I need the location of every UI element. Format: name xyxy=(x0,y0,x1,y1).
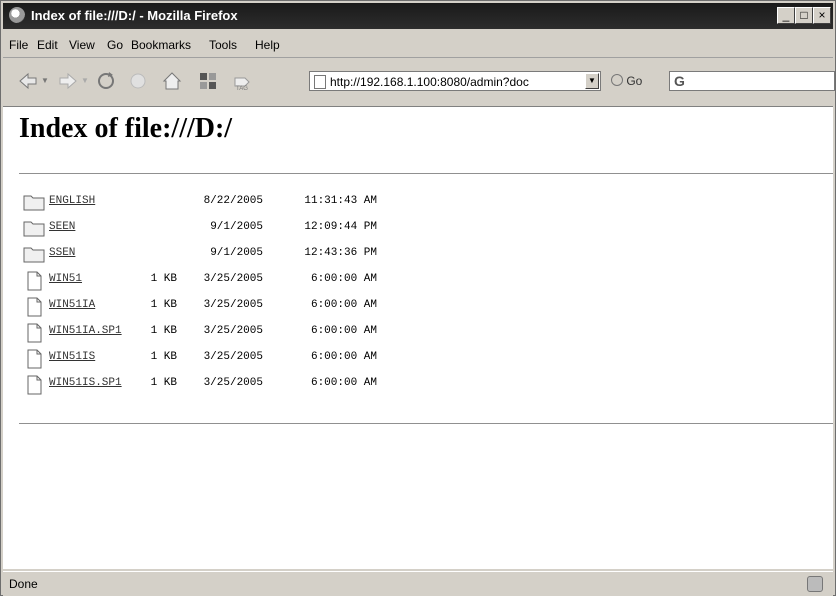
go-button[interactable]: Go xyxy=(611,74,642,88)
bottom-divider xyxy=(19,423,833,424)
file-size: 1 KB xyxy=(150,273,177,285)
status-bar: Done xyxy=(3,571,833,596)
file-link[interactable]: WIN51IA.SP1 xyxy=(49,325,122,337)
directory-listing: ENGLISH 8/22/2005 11:31:43 AM SEEN 9/1/2005 1… xyxy=(23,191,543,399)
file-date: 8/22/2005 xyxy=(203,195,263,207)
file-icon[interactable] xyxy=(23,271,45,291)
list-item: ENGLISH 8/22/2005 11:31:43 AM xyxy=(23,191,543,217)
folder-icon[interactable] xyxy=(23,245,45,263)
list-item: WIN51IA 1 KB 3/25/2005 6:00:00 AM xyxy=(23,295,543,321)
file-link[interactable]: WIN51IS xyxy=(49,351,95,363)
file-date: 9/1/2005 xyxy=(210,247,263,259)
file-link[interactable]: ENGLISH xyxy=(49,195,95,207)
list-item: SSEN 9/1/2005 12:43:36 PM xyxy=(23,243,543,269)
file-time: 6:00:00 AM xyxy=(310,299,377,311)
menu-bookmarks[interactable]: Bookmarks xyxy=(131,38,191,52)
minimize-button[interactable]: _ xyxy=(777,7,795,24)
bookmark-icon[interactable] xyxy=(197,70,219,92)
forward-dropdown-icon[interactable]: ▼ xyxy=(81,76,89,85)
file-time: 12:09:44 PM xyxy=(304,221,377,233)
file-icon[interactable] xyxy=(23,375,45,395)
tag-icon[interactable]: TAG xyxy=(231,70,253,92)
file-size: 1 KB xyxy=(150,377,177,389)
close-button[interactable]: × xyxy=(813,7,831,24)
address-dropdown-button[interactable]: ▼ xyxy=(585,73,599,89)
file-icon[interactable] xyxy=(23,297,45,317)
file-date: 3/25/2005 xyxy=(203,273,263,285)
page-content: Index of file:///D:/ ENGLISH 8/22/2005 11:… xyxy=(3,107,833,569)
google-search-icon[interactable]: G xyxy=(674,73,685,89)
file-size: 1 KB xyxy=(150,299,177,311)
file-date: 9/1/2005 xyxy=(210,221,263,233)
file-link[interactable]: SEEN xyxy=(49,221,75,233)
file-time: 12:43:36 PM xyxy=(304,247,377,259)
maximize-button[interactable]: □ xyxy=(795,7,813,24)
file-date: 3/25/2005 xyxy=(203,351,263,363)
reload-icon[interactable] xyxy=(95,70,117,92)
file-time: 6:00:00 AM xyxy=(310,325,377,337)
menu-file[interactable]: File xyxy=(9,38,28,52)
folder-icon[interactable] xyxy=(23,193,45,211)
menu-go[interactable]: Go xyxy=(107,38,123,52)
security-icon[interactable] xyxy=(807,576,823,592)
svg-text:TAG: TAG xyxy=(236,86,248,92)
folder-icon[interactable] xyxy=(23,219,45,237)
title-bar: Index of file:///D:/ - Mozilla Firefox _… xyxy=(3,3,833,29)
go-icon xyxy=(611,74,623,86)
browser-window: Index of file:///D:/ - Mozilla Firefox _… xyxy=(0,0,836,596)
back-icon[interactable] xyxy=(17,70,39,92)
navigation-toolbar: ▼ ▼ TAG http://192.168.1.100:8080/admin?… xyxy=(3,58,835,107)
file-link[interactable]: WIN51 xyxy=(49,273,82,285)
home-icon[interactable] xyxy=(161,70,183,92)
file-link[interactable]: WIN51IA xyxy=(49,299,95,311)
address-url[interactable]: http://192.168.1.100:8080/admin?doc xyxy=(330,75,582,89)
menu-bar: File Edit View Go Bookmarks Tools Help xyxy=(3,31,833,58)
menu-help[interactable]: Help xyxy=(255,38,280,52)
list-item: SEEN 9/1/2005 12:09:44 PM xyxy=(23,217,543,243)
go-label: Go xyxy=(626,74,643,88)
page-title: Index of file:///D:/ xyxy=(19,113,233,144)
file-link[interactable]: WIN51IS.SP1 xyxy=(49,377,122,389)
menu-view[interactable]: View xyxy=(69,38,95,52)
file-time: 6:00:00 AM xyxy=(310,377,377,389)
file-size: 1 KB xyxy=(150,325,177,337)
list-item: WIN51IS 1 KB 3/25/2005 6:00:00 AM xyxy=(23,347,543,373)
address-bar[interactable]: http://192.168.1.100:8080/admin?doc ▼ xyxy=(309,71,601,91)
file-time: 6:00:00 AM xyxy=(310,351,377,363)
list-item: WIN51IS.SP1 1 KB 3/25/2005 6:00:00 AM xyxy=(23,373,543,399)
file-icon[interactable] xyxy=(23,349,45,369)
file-time: 6:00:00 AM xyxy=(310,273,377,285)
file-time: 11:31:43 AM xyxy=(304,195,377,207)
list-item: WIN51 1 KB 3/25/2005 6:00:00 AM xyxy=(23,269,543,295)
stop-icon[interactable] xyxy=(127,70,149,92)
window-title: Index of file:///D:/ - Mozilla Firefox xyxy=(31,8,238,23)
search-input[interactable]: G xyxy=(669,71,835,91)
menu-edit[interactable]: Edit xyxy=(37,38,58,52)
firefox-icon xyxy=(9,7,25,23)
forward-icon[interactable] xyxy=(57,70,79,92)
back-dropdown-icon[interactable]: ▼ xyxy=(41,76,49,85)
file-date: 3/25/2005 xyxy=(203,377,263,389)
file-date: 3/25/2005 xyxy=(203,325,263,337)
top-divider xyxy=(19,173,833,174)
list-item: WIN51IA.SP1 1 KB 3/25/2005 6:00:00 AM xyxy=(23,321,543,347)
file-size: 1 KB xyxy=(150,351,177,363)
file-icon[interactable] xyxy=(23,323,45,343)
file-date: 3/25/2005 xyxy=(203,299,263,311)
file-link[interactable]: SSEN xyxy=(49,247,75,259)
page-icon xyxy=(314,75,326,89)
status-text: Done xyxy=(9,577,38,591)
menu-tools[interactable]: Tools xyxy=(209,38,237,52)
